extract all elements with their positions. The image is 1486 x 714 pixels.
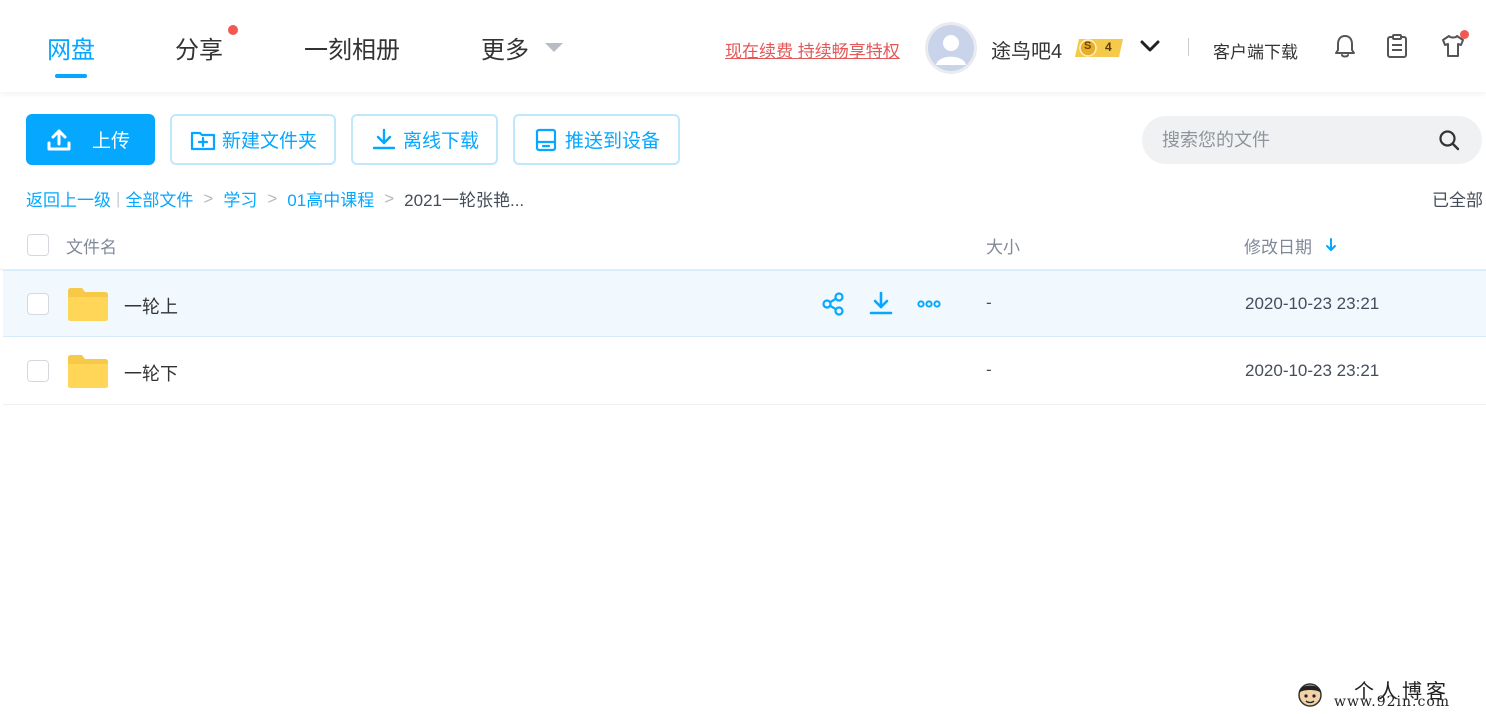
breadcrumb-divider: | — [116, 188, 121, 208]
select-all-checkbox[interactable] — [27, 234, 49, 256]
upload-label: 上传 — [92, 131, 131, 152]
upload-button[interactable]: 上传 — [26, 114, 155, 165]
share-icon[interactable] — [820, 291, 846, 317]
table-row[interactable]: 一轮上 - 2020-10-23 23:21 — [3, 270, 1486, 337]
nav-tab-album[interactable]: 一刻相册 — [304, 30, 400, 65]
clipboard-icon[interactable] — [1383, 32, 1411, 60]
new-folder-label: 新建文件夹 — [222, 131, 318, 152]
folder-icon — [68, 355, 108, 388]
file-size: - — [986, 293, 992, 312]
new-folder-icon — [190, 131, 216, 150]
upload-icon — [47, 129, 71, 150]
breadcrumb-separator: > — [203, 188, 214, 208]
push-to-device-label: 推送到设备 — [565, 131, 661, 152]
table-row[interactable]: 一轮下 - 2020-10-23 23:21 — [3, 338, 1486, 405]
breadcrumb-item-study[interactable]: 学习 — [223, 186, 257, 211]
offline-download-label: 离线下载 — [403, 131, 480, 152]
watermark: 个人博客 www.92in.com — [1294, 674, 1486, 714]
more-icon[interactable] — [916, 291, 942, 317]
file-modified-date: 2020-10-23 23:21 — [1245, 294, 1380, 313]
new-folder-button[interactable]: 新建文件夹 — [170, 114, 336, 165]
nav-tab-more[interactable]: 更多 — [481, 30, 529, 65]
skin-notification-dot — [1460, 30, 1469, 39]
row-checkbox[interactable] — [27, 293, 49, 315]
column-modified-header[interactable]: 修改日期 — [1244, 233, 1312, 258]
download-icon[interactable] — [868, 291, 894, 317]
watermark-url: www.92in.com — [1334, 694, 1451, 710]
column-size-header[interactable]: 大小 — [986, 233, 1020, 258]
nav-tab-share[interactable]: 分享 — [175, 30, 223, 65]
user-menu-chevron-icon[interactable] — [1140, 38, 1160, 54]
sort-desc-arrow-icon[interactable] — [1325, 237, 1337, 253]
breadcrumb-current: 2021一轮张艳... — [404, 191, 525, 210]
row-checkbox[interactable] — [27, 360, 49, 382]
file-name[interactable]: 一轮下 — [124, 360, 178, 386]
nav-tab-netdisk[interactable]: 网盘 — [47, 30, 95, 65]
device-icon — [535, 128, 557, 151]
breadcrumb-separator: > — [267, 188, 278, 208]
share-notification-dot — [228, 25, 238, 35]
search-icon[interactable] — [1438, 129, 1460, 151]
file-name[interactable]: 一轮上 — [124, 293, 178, 319]
download-icon — [372, 128, 396, 149]
bell-icon[interactable] — [1331, 32, 1359, 60]
offline-download-button[interactable]: 离线下载 — [351, 114, 498, 165]
breadcrumb-separator: > — [384, 188, 395, 208]
avatar[interactable] — [925, 22, 977, 74]
file-size: - — [986, 360, 992, 379]
column-name-header[interactable]: 文件名 — [66, 233, 117, 258]
renew-link[interactable]: 现在续费 持续畅享特权 — [725, 37, 900, 62]
top-header: 网盘 分享 一刻相册 更多 现在续费 持续畅享特权 途鸟吧4 S 4 客户端下载 — [0, 0, 1486, 92]
breadcrumb: 返回上一级 | 全部文件 > 学习 > 01高中课程 > 2021一轮张艳... — [26, 186, 524, 211]
file-modified-date: 2020-10-23 23:21 — [1245, 361, 1380, 380]
vip-badge-letter: S — [1084, 40, 1092, 52]
client-download-link[interactable]: 客户端下载 — [1213, 38, 1298, 63]
nav-active-indicator — [55, 74, 87, 78]
search-input[interactable] — [1162, 124, 1432, 156]
breadcrumb-item-all-files[interactable]: 全部文件 — [125, 186, 193, 211]
push-to-device-button[interactable]: 推送到设备 — [513, 114, 680, 165]
vip-level-number: 4 — [1105, 40, 1112, 54]
loaded-status: 已全部 — [1432, 191, 1483, 210]
username[interactable]: 途鸟吧4 — [991, 35, 1062, 64]
search-box — [1142, 116, 1482, 164]
watermark-logo-icon — [1298, 683, 1322, 707]
breadcrumb-item-course[interactable]: 01高中课程 — [287, 186, 374, 211]
breadcrumb-back-link[interactable]: 返回上一级 — [26, 186, 111, 211]
folder-icon — [68, 288, 108, 321]
header-divider — [1188, 38, 1189, 56]
more-caret-icon[interactable] — [545, 43, 563, 52]
vip-level-badge[interactable]: S 4 — [1075, 37, 1125, 59]
